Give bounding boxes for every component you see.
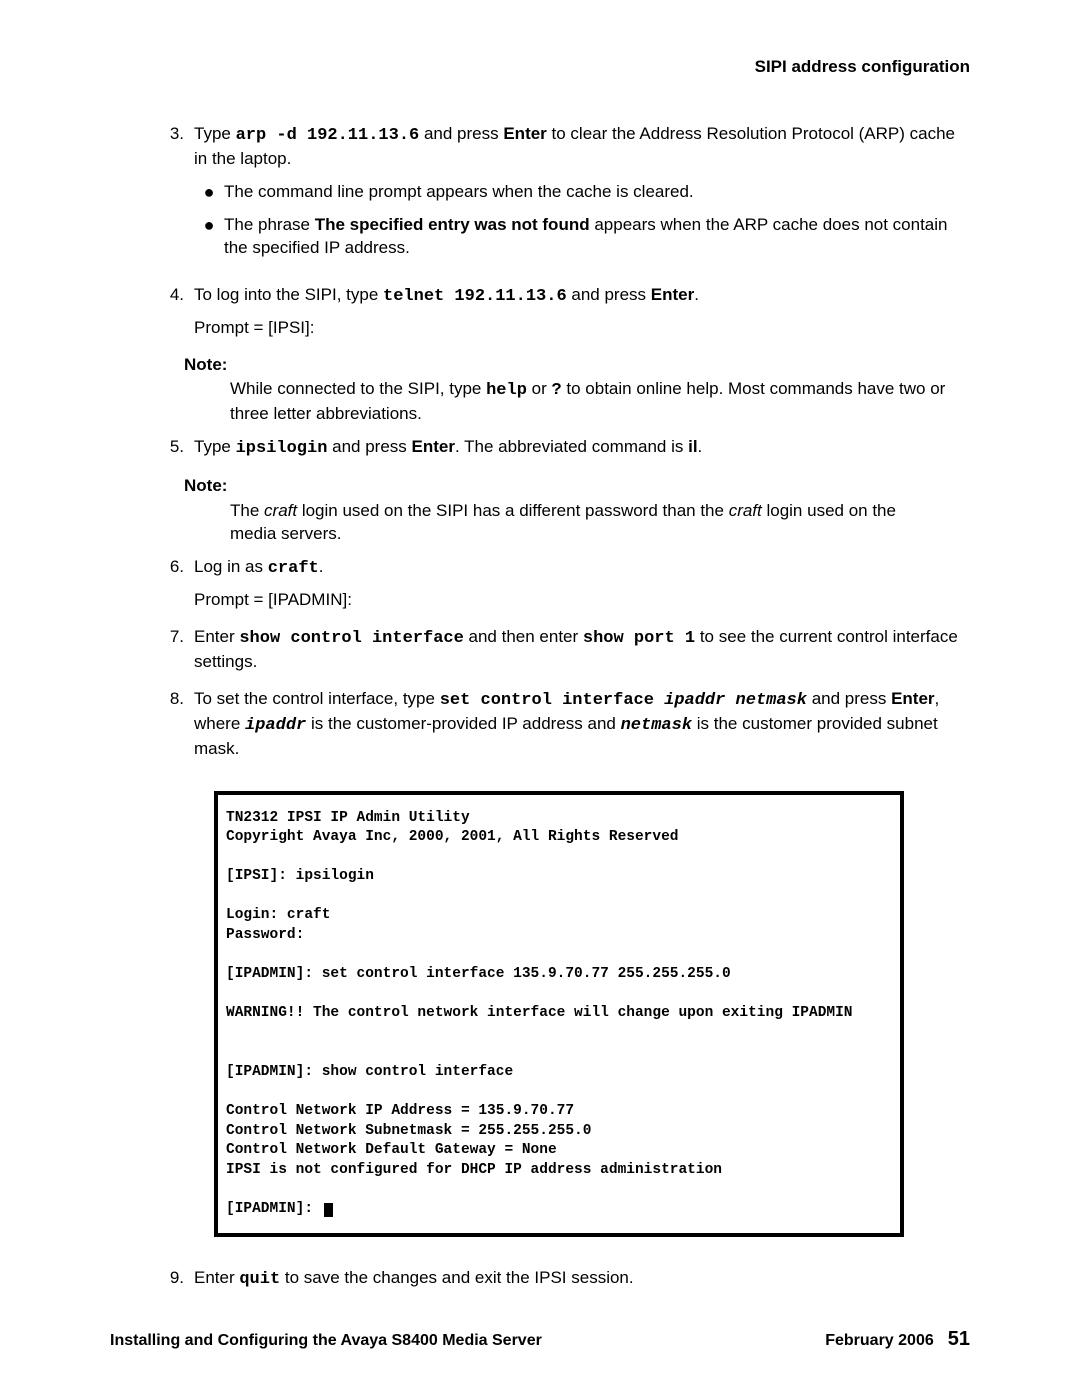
step-text: Type arp -d 192.11.13.6 and press Enter … [194, 123, 966, 270]
note-block: Note: The craft login used on the SIPI h… [150, 475, 966, 546]
page-number: 51 [948, 1328, 970, 1350]
command-text: craft [268, 559, 319, 578]
body-text: 3. Type arp -d 192.11.13.6 and press Ent… [110, 123, 970, 1292]
note-label: Note: [184, 354, 966, 377]
prompt-line: Prompt = [IPADMIN]: [194, 589, 966, 612]
step-marker: 8. [150, 688, 194, 711]
bullet-icon: ● [194, 214, 224, 234]
step-marker: 9. [150, 1267, 194, 1290]
step-marker: 4. [150, 284, 194, 307]
command-text: show control interface [239, 629, 463, 648]
bullet-item: ● The command line prompt appears when t… [194, 181, 966, 204]
step-marker: 6. [150, 556, 194, 579]
step-4: 4. To log into the SIPI, type telnet 192… [150, 284, 966, 340]
note-block: Note: While connected to the SIPI, type … [150, 354, 966, 427]
bullet-item: ● The phrase The specified entry was not… [194, 214, 966, 260]
step-marker: 7. [150, 626, 194, 649]
terminal-output: TN2312 IPSI IP Admin Utility Copyright A… [214, 791, 966, 1238]
cursor-icon [324, 1203, 333, 1217]
command-text: show port 1 [583, 629, 695, 648]
command-text: ipsilogin [236, 439, 328, 458]
step-text: To log into the SIPI, type telnet 192.11… [194, 284, 966, 340]
running-head: SIPI address configuration [110, 56, 970, 79]
footer-title: Installing and Configuring the Avaya S84… [110, 1330, 542, 1352]
step-marker: 3. [150, 123, 194, 146]
footer-right: February 200651 [825, 1326, 970, 1353]
step-3: 3. Type arp -d 192.11.13.6 and press Ent… [150, 123, 966, 270]
step-text: Enter show control interface and then en… [194, 626, 966, 674]
step-9: 9. Enter quit to save the changes and ex… [150, 1267, 966, 1292]
terminal-box: TN2312 IPSI IP Admin Utility Copyright A… [214, 791, 904, 1238]
step-text: To set the control interface, type set c… [194, 688, 966, 761]
command-text: set control interface [440, 691, 664, 710]
step-text: Type ipsilogin and press Enter. The abbr… [194, 436, 966, 461]
bullet-icon: ● [194, 181, 224, 201]
page: SIPI address configuration 3. Type arp -… [0, 0, 1080, 1397]
command-text: telnet 192.11.13.6 [383, 287, 567, 306]
step-text: Enter quit to save the changes and exit … [194, 1267, 966, 1292]
step-6: 6. Log in as craft. Prompt = [IPADMIN]: [150, 556, 966, 612]
prompt-line: Prompt = [IPSI]: [194, 317, 966, 340]
step-8: 8. To set the control interface, type se… [150, 688, 966, 761]
command-text: arp -d 192.11.13.6 [236, 126, 420, 145]
step-text: Log in as craft. Prompt = [IPADMIN]: [194, 556, 966, 612]
note-body: The craft login used on the SIPI has a d… [184, 500, 966, 546]
command-text: quit [239, 1270, 280, 1289]
step-5: 5. Type ipsilogin and press Enter. The a… [150, 436, 966, 461]
note-body: While connected to the SIPI, type help o… [184, 378, 966, 426]
step-marker: 5. [150, 436, 194, 459]
note-label: Note: [184, 475, 966, 498]
page-footer: Installing and Configuring the Avaya S84… [110, 1326, 970, 1353]
step-7: 7. Enter show control interface and then… [150, 626, 966, 674]
